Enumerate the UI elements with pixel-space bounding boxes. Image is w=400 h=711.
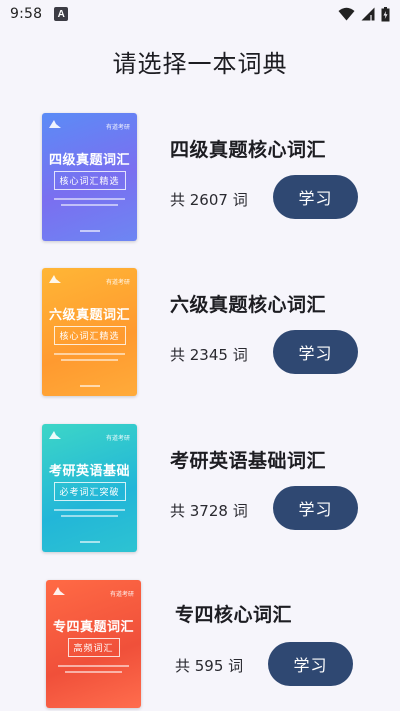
cover-subtitle: 必考词汇突破 (53, 482, 126, 501)
study-button-cet6[interactable]: 学习 (273, 330, 358, 374)
logo-icon (53, 587, 65, 595)
book-row-cet4: 有道考研 四级真题词汇 核心词汇精选 四级真题核心词汇 共 2607 词 学习 (0, 113, 400, 243)
book-name: 专四核心词汇 (175, 604, 293, 626)
word-count: 共 595 词 (175, 657, 244, 675)
notification-icon: A (54, 7, 69, 21)
cover-footer (80, 230, 100, 232)
cover-brand: 有道考研 (105, 435, 130, 442)
status-time: 9:58 (10, 6, 43, 22)
cover-text-lines (54, 353, 125, 365)
book-row-cet6: 有道考研 六级真题词汇 核心词汇精选 六级真题核心词汇 共 2345 词 学习 (0, 268, 400, 398)
cover-brand: 有道考研 (109, 591, 134, 598)
logo-icon (49, 275, 61, 283)
cover-subtitle: 核心词汇精选 (53, 326, 126, 345)
status-icons (338, 6, 390, 22)
cover-footer (80, 541, 100, 543)
cover-brand: 有道考研 (105, 279, 130, 286)
book-cover-cet4[interactable]: 有道考研 四级真题词汇 核心词汇精选 (42, 113, 137, 241)
logo-icon (49, 120, 61, 128)
word-count: 共 3728 词 (170, 502, 248, 520)
book-row-kaoyan: 有道考研 考研英语基础 必考词汇突破 考研英语基础词汇 共 3728 词 学习 (0, 424, 400, 554)
logo-icon (49, 431, 61, 439)
cover-text-lines (54, 509, 125, 521)
book-name: 六级真题核心词汇 (170, 294, 327, 316)
book-cover-kaoyan[interactable]: 有道考研 考研英语基础 必考词汇突破 (42, 424, 137, 552)
signal-icon (361, 7, 375, 21)
cover-footer (80, 385, 100, 387)
book-cover-cet6[interactable]: 有道考研 六级真题词汇 核心词汇精选 (42, 268, 137, 396)
cover-text-lines (58, 665, 129, 677)
cover-brand: 有道考研 (105, 124, 130, 131)
book-cover-tem4[interactable]: 有道考研 专四真题词汇 高频词汇 (46, 580, 141, 708)
cover-text-lines (54, 198, 125, 210)
book-name: 四级真题核心词汇 (170, 139, 327, 161)
cover-title: 考研英语基础 (48, 464, 130, 479)
word-count: 共 2345 词 (170, 346, 248, 364)
book-name: 考研英语基础词汇 (170, 450, 327, 472)
page-title: 请选择一本词典 (112, 50, 288, 78)
status-bar: 9:58 A (0, 0, 400, 28)
cover-title: 四级真题词汇 (48, 153, 130, 168)
cover-title: 六级真题词汇 (48, 308, 130, 323)
study-button-cet4[interactable]: 学习 (273, 175, 358, 219)
cover-subtitle: 高频词汇 (67, 638, 120, 657)
cover-title: 专四真题词汇 (52, 620, 134, 635)
study-button-tem4[interactable]: 学习 (268, 642, 353, 686)
battery-icon (381, 6, 390, 21)
study-button-kaoyan[interactable]: 学习 (273, 486, 358, 530)
book-row-tem4: 有道考研 专四真题词汇 高频词汇 专四核心词汇 共 595 词 学习 (0, 580, 400, 710)
wifi-icon (338, 7, 355, 21)
word-count: 共 2607 词 (170, 191, 248, 209)
cover-subtitle: 核心词汇精选 (53, 171, 126, 190)
